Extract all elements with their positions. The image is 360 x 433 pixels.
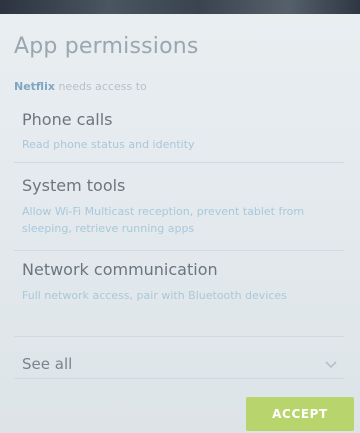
permission-title-system-tools: System tools (22, 176, 126, 195)
permissions-dialog: App permissions Netflix needs access to … (0, 14, 360, 433)
divider (14, 250, 344, 251)
permission-desc-system-tools: Allow Wi-Fi Multicast reception, prevent… (22, 205, 305, 235)
see-all-button[interactable]: See all (22, 350, 342, 378)
divider (14, 162, 344, 163)
permission-desc-phone-calls: Read phone status and identity (22, 138, 195, 151)
subtitle-text: needs access to (54, 80, 147, 93)
chevron-down-icon (325, 361, 337, 369)
accept-button[interactable]: ACCEPT (246, 397, 354, 431)
dialog-subtitle: Netflix needs access to (14, 80, 147, 93)
permission-desc-network: Full network access, pair with Bluetooth… (22, 289, 287, 302)
divider (14, 378, 344, 379)
permission-title-network: Network communication (22, 260, 218, 279)
background-strip (0, 0, 360, 14)
app-name: Netflix (14, 80, 55, 93)
see-all-label: See all (22, 355, 73, 373)
dialog-title: App permissions (14, 34, 199, 59)
divider (14, 336, 344, 337)
permission-title-phone-calls: Phone calls (22, 110, 113, 129)
